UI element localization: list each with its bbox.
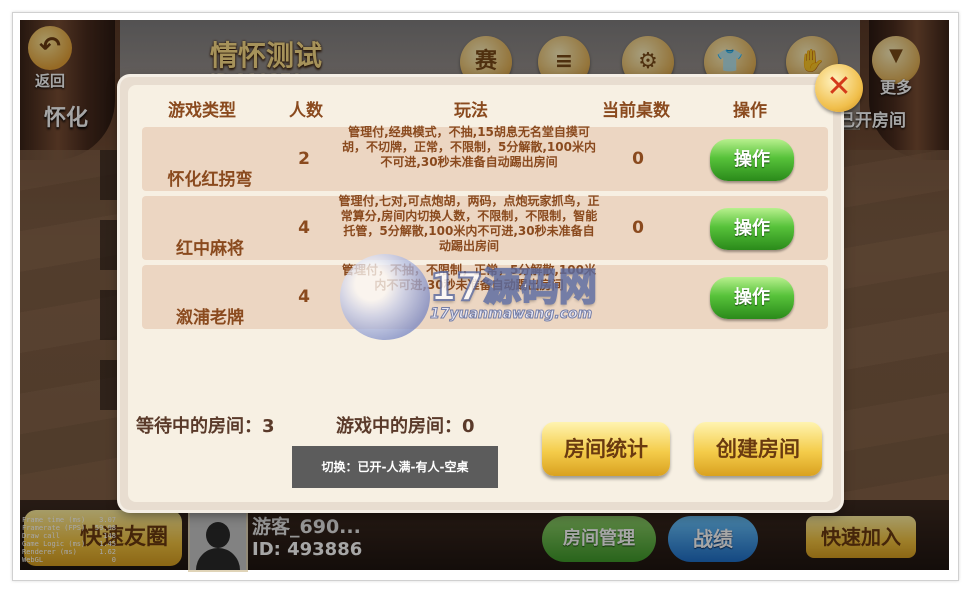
create-room-button[interactable]: 创建房间 [694,422,822,476]
row-game-type: 怀化红拐弯 [167,170,253,190]
header-game-type: 游戏类型 [168,101,236,121]
row-game-type: 红中麻将 [176,239,244,259]
row-players: 2 [298,149,310,169]
close-icon: ✕ [826,69,852,104]
table-row: 怀化红拐弯 2 管理付,经典模式，不抽,15胡息无名堂自摸可胡，不切牌，正常，不… [142,125,828,191]
row-players: 4 [298,218,310,238]
operate-button[interactable]: 操作 [710,277,794,319]
switch-filter[interactable]: 切换：已开-人满-有人-空桌 [292,446,498,488]
header-action: 操作 [733,101,767,121]
row-rules: 管理付，不抽，不限制，正常，5分解散,100米内不可进,30秒未准备自动踢出房间 [342,263,596,292]
room-stats-button[interactable]: 房间统计 [542,422,670,476]
header-rules: 玩法 [454,101,488,121]
table-row: 红中麻将 4 管理付,七对,可点炮胡，两码，点炮玩家抓鸟，正常算分,房间内切换人… [142,194,828,260]
row-rules: 管理付,经典模式，不抽,15胡息无名堂自摸可胡，不切牌，正常，不限制，5分解散,… [342,125,596,169]
operate-button[interactable]: 操作 [710,139,794,181]
table-row: 溆浦老牌 4 管理付，不抽，不限制，正常，5分解散,100米内不可进,30秒未准… [142,263,828,329]
row-players: 4 [298,287,310,307]
row-rules: 管理付,七对,可点炮胡，两码，点炮玩家抓鸟，正常算分,房间内切换人数，不限制，不… [338,194,600,253]
operate-button[interactable]: 操作 [710,208,794,250]
row-tables: 0 [632,218,644,238]
waiting-rooms-count: 等待中的房间：3 [136,416,275,437]
header-tables: 当前桌数 [602,101,670,121]
row-tables: 0 [632,149,644,169]
playing-rooms-count: 游戏中的房间：0 [336,416,475,437]
row-game-type: 溆浦老牌 [176,308,244,328]
close-button[interactable]: ✕ [815,64,863,112]
header-players: 人数 [289,101,323,121]
